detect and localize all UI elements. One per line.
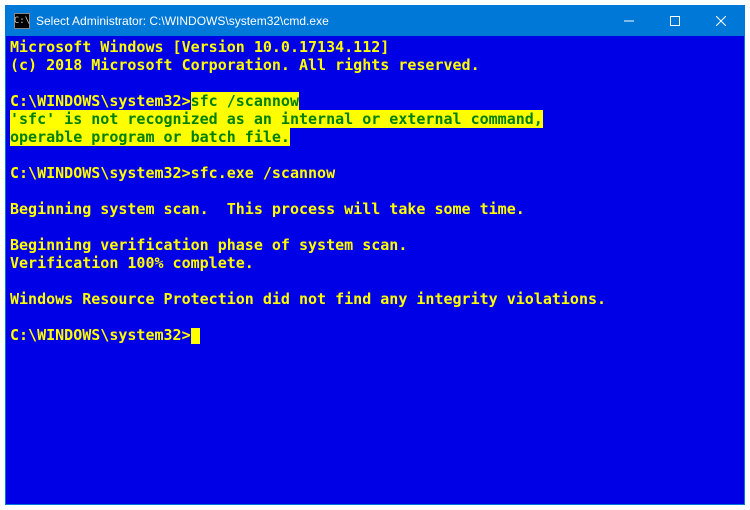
minimize-icon <box>624 16 634 26</box>
prompt: C:\WINDOWS\system32> <box>10 92 191 110</box>
cmd2: sfc.exe /scannow <box>191 164 336 182</box>
verify-pct-line: Verification 100% complete. <box>10 254 254 272</box>
cmd-icon: C:\ <box>14 13 30 29</box>
prompt: C:\WINDOWS\system32> <box>10 326 191 344</box>
error-line-2: operable program or batch file. <box>10 128 290 146</box>
verify-line: Beginning verification phase of system s… <box>10 236 407 254</box>
prompt: C:\WINDOWS\system32> <box>10 164 191 182</box>
window-title: Select Administrator: C:\WINDOWS\system3… <box>36 14 606 28</box>
close-button[interactable] <box>698 6 744 36</box>
cmd-window: C:\ Select Administrator: C:\WINDOWS\sys… <box>5 5 745 505</box>
maximize-button[interactable] <box>652 6 698 36</box>
cmd1-highlighted: sfc /scannow <box>191 92 299 110</box>
close-icon <box>716 16 726 26</box>
titlebar[interactable]: C:\ Select Administrator: C:\WINDOWS\sys… <box>6 6 744 36</box>
scan-begin-line: Beginning system scan. This process will… <box>10 200 525 218</box>
window-controls <box>606 6 744 36</box>
error-line-1: 'sfc' is not recognized as an internal o… <box>10 110 543 128</box>
version-line: Microsoft Windows [Version 10.0.17134.11… <box>10 38 389 56</box>
maximize-icon <box>670 16 680 26</box>
console-output[interactable]: Microsoft Windows [Version 10.0.17134.11… <box>6 36 744 504</box>
copyright-line: (c) 2018 Microsoft Corporation. All righ… <box>10 56 480 74</box>
minimize-button[interactable] <box>606 6 652 36</box>
cursor <box>191 328 200 344</box>
result-line: Windows Resource Protection did not find… <box>10 290 606 308</box>
